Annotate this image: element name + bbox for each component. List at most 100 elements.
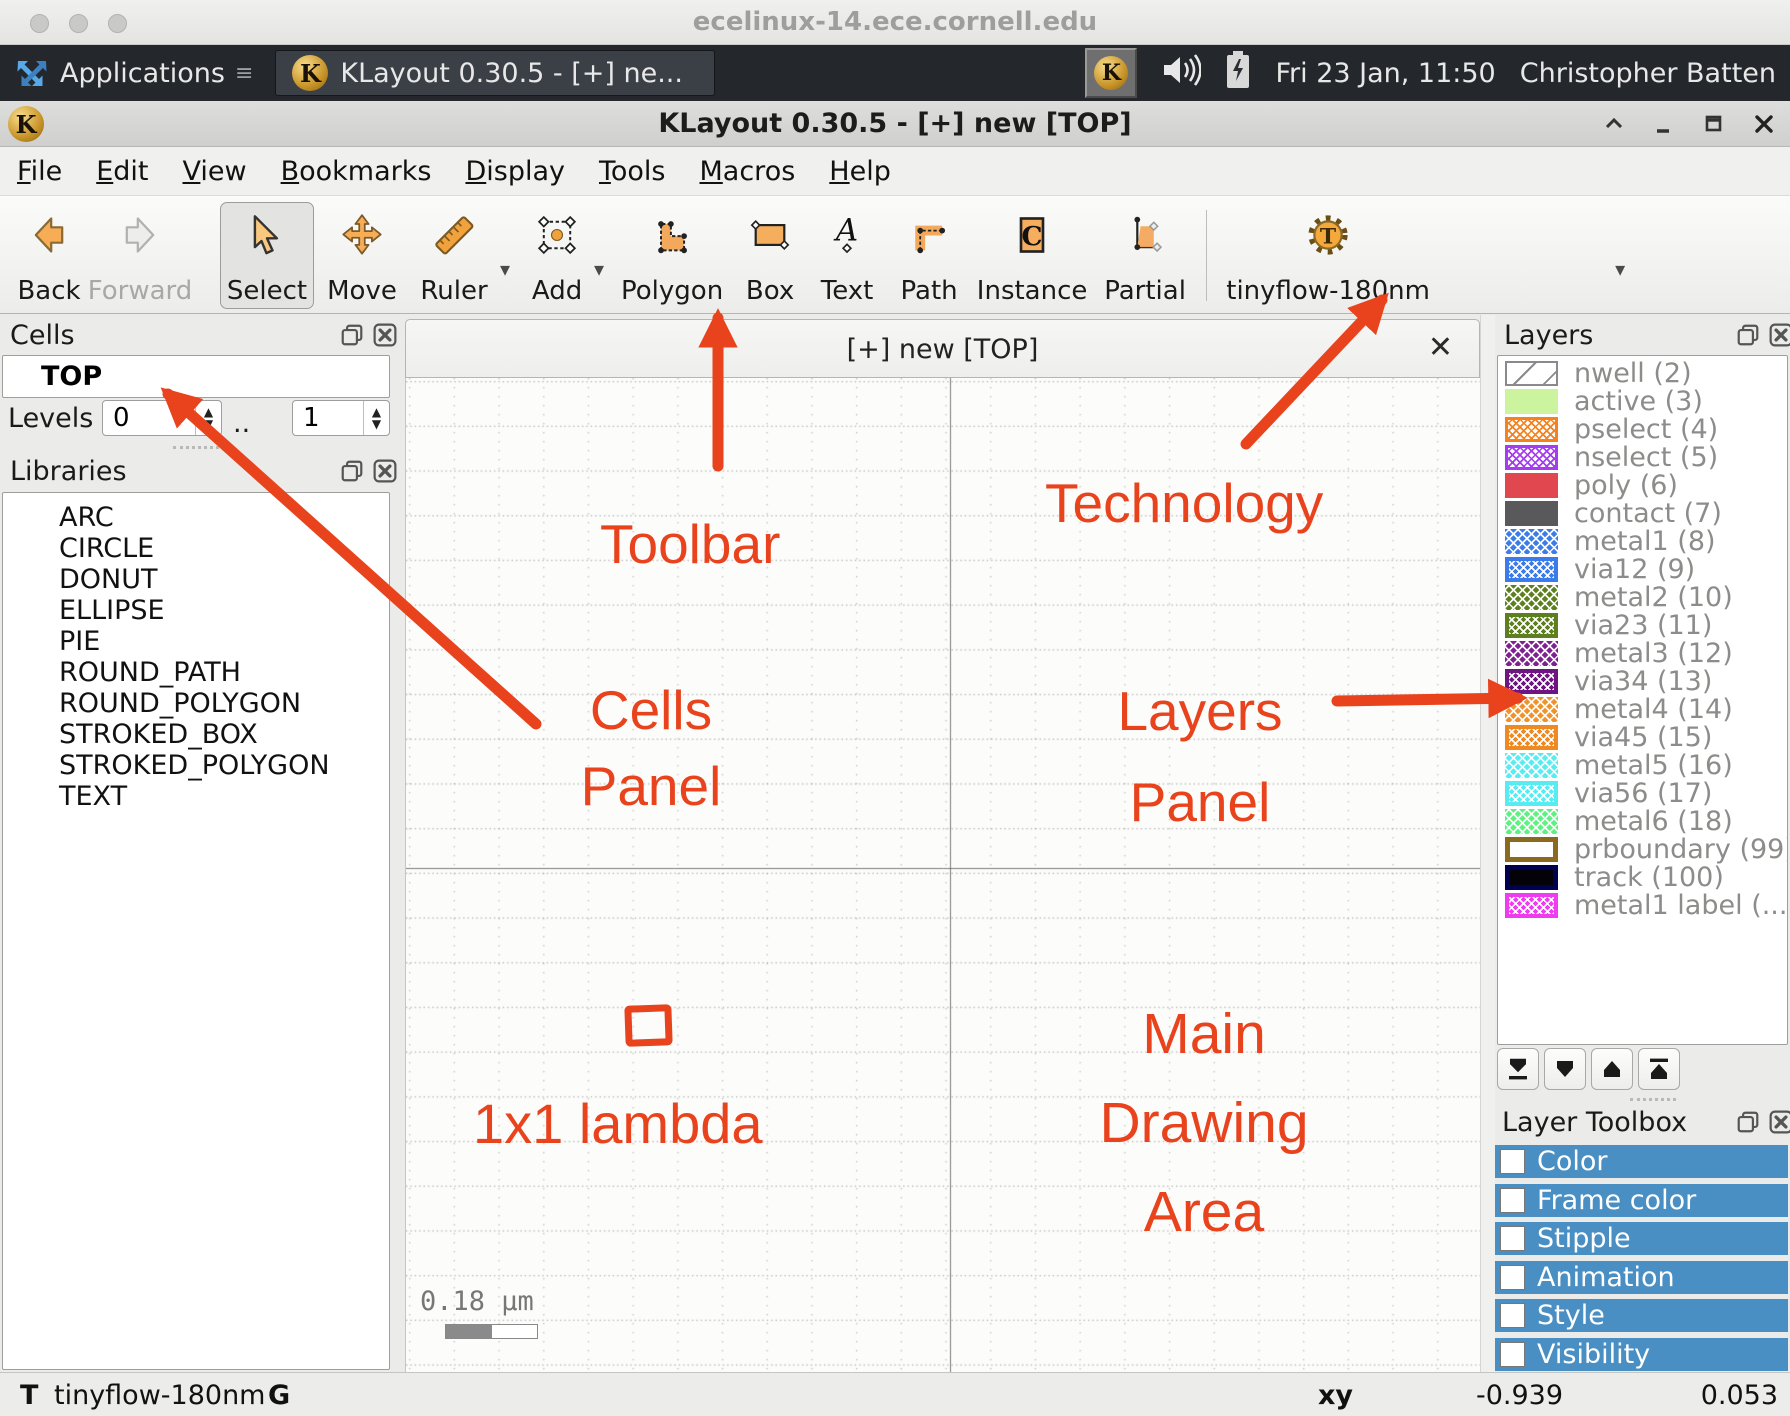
checkbox[interactable] — [1500, 1226, 1525, 1251]
library-item-donut[interactable]: DONUT — [59, 565, 389, 595]
layer-row[interactable]: nselect (5) — [1501, 443, 1787, 471]
dropdown-caret-icon[interactable]: ▾ — [592, 231, 610, 281]
menu-help[interactable]: Help — [812, 150, 908, 193]
close-panel-icon[interactable] — [373, 323, 397, 347]
layer-row[interactable]: via23 (11) — [1501, 611, 1787, 639]
close-panel-icon[interactable] — [373, 459, 397, 483]
layer-row[interactable]: metal1 label (... — [1501, 891, 1787, 919]
toolbar-button-text[interactable]: AText — [816, 202, 878, 309]
toolbox-row-visibility[interactable]: Visibility — [1495, 1338, 1788, 1371]
maximize-button[interactable] — [1702, 112, 1726, 136]
layer-swatch-icon[interactable] — [1505, 529, 1558, 554]
menu-view[interactable]: View — [166, 150, 264, 193]
float-panel-icon[interactable] — [340, 323, 364, 347]
library-item-stroked_box[interactable]: STROKED_BOX — [59, 720, 389, 750]
layer-swatch-icon[interactable] — [1505, 697, 1558, 722]
spinner-arrows-icon[interactable]: ▲▼ — [363, 401, 389, 435]
toolbox-row-style[interactable]: Style — [1495, 1299, 1788, 1332]
layer-swatch-icon[interactable] — [1505, 865, 1558, 890]
toolbar-button-partial[interactable]: Partial — [1094, 202, 1196, 309]
tray-klayout-icon[interactable]: K — [1085, 48, 1137, 98]
toolbar-button-ruler[interactable]: Ruler — [410, 202, 498, 309]
layer-swatch-icon[interactable] — [1505, 445, 1558, 470]
spinner-arrows-icon[interactable]: ▲▼ — [195, 401, 221, 435]
volume-icon[interactable] — [1161, 53, 1201, 94]
minimize-button[interactable] — [1652, 112, 1676, 136]
toolbar-button-polygon[interactable]: Polygon — [622, 202, 722, 309]
layer-row[interactable]: prboundary (99) — [1501, 835, 1787, 863]
layer-swatch-icon[interactable] — [1505, 613, 1558, 638]
close-button[interactable] — [1752, 112, 1776, 136]
battery-icon[interactable] — [1225, 50, 1251, 97]
library-item-pie[interactable]: PIE — [59, 627, 389, 657]
layout-tab[interactable]: [+] new [TOP] ✕ — [405, 319, 1480, 378]
library-item-circle[interactable]: CIRCLE — [59, 534, 389, 564]
layer-row[interactable]: via56 (17) — [1501, 779, 1787, 807]
layer-swatch-icon[interactable] — [1505, 361, 1558, 386]
layer-row[interactable]: metal3 (12) — [1501, 639, 1787, 667]
close-panel-icon[interactable] — [1769, 1110, 1790, 1134]
cell-item-top[interactable]: TOP — [41, 361, 102, 392]
applications-menu[interactable]: Applications ≡ — [0, 45, 269, 101]
menu-file[interactable]: File — [0, 150, 79, 193]
layer-row[interactable]: via12 (9) — [1501, 555, 1787, 583]
levels-to-spinbox[interactable]: 1 ▲▼ — [292, 400, 390, 436]
shade-button[interactable] — [1602, 112, 1626, 136]
move-layer-down-button[interactable] — [1544, 1048, 1586, 1090]
toolbox-row-frame-color[interactable]: Frame color — [1495, 1184, 1788, 1217]
move-layer-bottom-button[interactable] — [1497, 1048, 1539, 1090]
layers-list[interactable]: nwell (2)active (3)pselect (4)nselect (5… — [1497, 355, 1788, 1045]
toolbar-button-select[interactable]: Select — [220, 202, 314, 309]
layer-row[interactable]: metal2 (10) — [1501, 583, 1787, 611]
layer-row[interactable]: via45 (15) — [1501, 723, 1787, 751]
panel-splitter[interactable] — [1480, 315, 1495, 1372]
checkbox[interactable] — [1500, 1303, 1525, 1328]
library-item-text[interactable]: TEXT — [59, 782, 389, 812]
layer-swatch-icon[interactable] — [1505, 753, 1558, 778]
menu-bookmarks[interactable]: Bookmarks — [264, 150, 449, 193]
menu-display[interactable]: Display — [448, 150, 582, 193]
toolbox-row-color[interactable]: Color — [1495, 1145, 1788, 1178]
traffic-lights[interactable] — [30, 14, 127, 33]
library-item-ellipse[interactable]: ELLIPSE — [59, 596, 389, 626]
layer-swatch-icon[interactable] — [1505, 781, 1558, 806]
layer-swatch-icon[interactable] — [1505, 641, 1558, 666]
minimize-circle-icon[interactable] — [69, 14, 88, 33]
layer-row[interactable]: metal5 (16) — [1501, 751, 1787, 779]
float-panel-icon[interactable] — [1736, 1110, 1760, 1134]
taskbar-user[interactable]: Christopher Batten — [1520, 58, 1776, 89]
cells-tree[interactable]: TOP — [2, 355, 390, 398]
move-layer-up-button[interactable] — [1591, 1048, 1633, 1090]
library-item-arc[interactable]: ARC — [59, 503, 389, 533]
layer-row[interactable]: poly (6) — [1501, 471, 1787, 499]
dropdown-caret-icon[interactable]: ▾ — [498, 231, 516, 281]
checkbox[interactable] — [1500, 1149, 1525, 1174]
layer-row[interactable]: active (3) — [1501, 387, 1787, 415]
layer-swatch-icon[interactable] — [1505, 557, 1558, 582]
layer-swatch-icon[interactable] — [1505, 501, 1558, 526]
layer-row[interactable]: metal6 (18) — [1501, 807, 1787, 835]
close-panel-icon[interactable] — [1769, 323, 1790, 347]
layer-swatch-icon[interactable] — [1505, 585, 1558, 610]
layer-row[interactable]: nwell (2) — [1501, 359, 1787, 387]
layer-row[interactable]: pselect (4) — [1501, 415, 1787, 443]
toolbar-button-back[interactable]: Back — [8, 202, 90, 309]
splitter-grip[interactable] — [173, 446, 219, 449]
toolbar-button-box[interactable]: Box — [734, 202, 806, 309]
float-panel-icon[interactable] — [340, 459, 364, 483]
technology-dropdown-caret-icon[interactable]: ▾ — [1613, 231, 1631, 281]
float-panel-icon[interactable] — [1736, 323, 1760, 347]
layer-row[interactable]: metal1 (8) — [1501, 527, 1787, 555]
menu-macros[interactable]: Macros — [683, 150, 813, 193]
layer-swatch-icon[interactable] — [1505, 725, 1558, 750]
tab-close-icon[interactable]: ✕ — [1428, 330, 1453, 365]
toolbar-button-tinyflow-180nm[interactable]: Ttinyflow-180nm — [1233, 202, 1423, 309]
layer-swatch-icon[interactable] — [1505, 417, 1558, 442]
library-item-round_polygon[interactable]: ROUND_POLYGON — [59, 689, 389, 719]
menu-tools[interactable]: Tools — [582, 150, 683, 193]
layer-row[interactable]: contact (7) — [1501, 499, 1787, 527]
levels-from-value[interactable]: 0 — [103, 401, 195, 435]
layer-row[interactable]: track (100) — [1501, 863, 1787, 891]
checkbox[interactable] — [1500, 1188, 1525, 1213]
close-circle-icon[interactable] — [30, 14, 49, 33]
